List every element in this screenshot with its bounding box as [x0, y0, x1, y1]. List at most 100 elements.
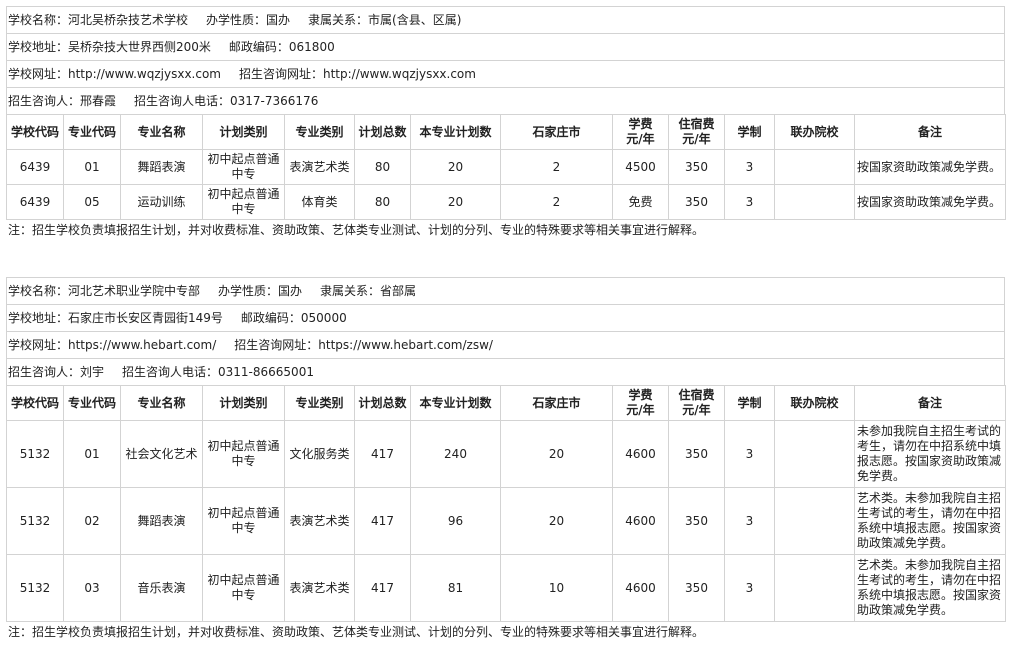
plan-total-cell: 417	[354, 554, 411, 622]
major-name-cell: 社会文化艺术	[120, 420, 203, 488]
school-name: 学校名称：河北艺术职业学院中专部	[8, 284, 201, 298]
header-lodging: 住宿费 元/年	[668, 385, 725, 421]
school-enroll-site: 招生咨询网址：http://www.wqzjysxx.com	[238, 67, 476, 81]
school-website-row: 学校网址：http://www.wqzjysxx.com 招生咨询网址：http:…	[6, 60, 1005, 87]
school-nature: 办学性质：国办	[218, 284, 303, 298]
major-plan-cell: 20	[410, 149, 501, 185]
header-major-name: 专业名称	[120, 385, 203, 421]
lodging-cell: 350	[668, 149, 725, 185]
major-name-cell: 音乐表演	[120, 554, 203, 622]
header-duration: 学制	[724, 385, 775, 421]
major-code-cell: 03	[63, 554, 121, 622]
header-note: 备注	[854, 114, 1006, 150]
shijiazhuang-cell: 2	[500, 149, 613, 185]
partner-cell	[774, 184, 855, 220]
school-postcode: 邮政编码：050000	[240, 311, 347, 325]
school-block-1: 学校名称：河北吴桥杂技艺术学校 办学性质：国办 隶属关系：市属(含县、区属) 学校地…	[6, 6, 1006, 240]
header-major-name: 专业名称	[120, 114, 203, 150]
duration-cell: 3	[724, 149, 775, 185]
school-phone: 招生咨询人电话：0311-86665001	[122, 365, 314, 379]
plan-type-cell: 初中起点普通中专	[202, 554, 285, 622]
header-major-plan: 本专业计划数	[410, 114, 501, 150]
duration-cell: 3	[724, 554, 775, 622]
duration-cell: 3	[724, 184, 775, 220]
major-category-cell: 表演艺术类	[284, 487, 355, 555]
duration-cell: 3	[724, 487, 775, 555]
plan-type-cell: 初中起点普通中专	[202, 149, 285, 185]
table-row: 6439 05 运动训练 初中起点普通中专 体育类 80 20 2 免费 350 3 按国家资助政策减…	[6, 184, 1006, 220]
school-address: 学校地址：石家庄市长安区青园街149号	[8, 311, 223, 325]
major-code-cell: 01	[63, 420, 121, 488]
school-contact-row: 招生咨询人：邢春霞 招生咨询人电话：0317-7366176	[6, 87, 1005, 114]
major-plan-cell: 240	[410, 420, 501, 488]
school-contact-row: 招生咨询人：刘宇 招生咨询人电话：0311-86665001	[6, 358, 1005, 385]
header-plan-total: 计划总数	[354, 114, 411, 150]
school-code-cell: 5132	[6, 554, 64, 622]
footnote: 注：招生学校负责填报招生计划，并对收费标准、资助政策、艺体类专业测试、计划的分列…	[8, 223, 705, 237]
plan-total-cell: 417	[354, 487, 411, 555]
plan-total-cell: 417	[354, 420, 411, 488]
major-category-cell: 表演艺术类	[284, 149, 355, 185]
header-tuition: 学费 元/年	[612, 385, 669, 421]
header-tuition: 学费 元/年	[612, 114, 669, 150]
note-cell: 艺术类。未参加我院自主招生考试的考生，请勿在中招系统中填报志愿。按国家资助政策减…	[854, 487, 1006, 555]
note-cell: 未参加我院自主招生考试的考生，请勿在中招系统中填报志愿。按国家资助政策减免学费。	[854, 420, 1006, 488]
school-code-cell: 5132	[6, 420, 64, 488]
major-code-cell: 05	[63, 184, 121, 220]
tuition-cell: 4600	[612, 554, 669, 622]
plan-table: 学校代码 专业代码 专业名称 计划类别 专业类别 计划总数 本专业计划数 石家庄市 学费 元/年…	[6, 385, 1006, 622]
school-nature: 办学性质：国办	[206, 13, 291, 27]
footnote: 注：招生学校负责填报招生计划，并对收费标准、资助政策、艺体类专业测试、计划的分列…	[8, 625, 705, 639]
school-address: 学校地址：吴桥杂技大世界西侧200米	[8, 40, 211, 54]
school-code-cell: 6439	[6, 149, 64, 185]
school-name-row: 学校名称：河北吴桥杂技艺术学校 办学性质：国办 隶属关系：市属(含县、区属)	[6, 6, 1005, 33]
header-partner: 联办院校	[774, 385, 855, 421]
header-plan-type: 计划类别	[202, 114, 285, 150]
header-shijiazhuang: 石家庄市	[500, 385, 613, 421]
school-block-2: 学校名称：河北艺术职业学院中专部 办学性质：国办 隶属关系：省部属 学校地址：石家庄…	[6, 277, 1006, 642]
school-address-row: 学校地址：石家庄市长安区青园街149号 邮政编码：050000	[6, 304, 1005, 331]
note-cell: 按国家资助政策减免学费。	[854, 149, 1006, 185]
tuition-cell: 4600	[612, 487, 669, 555]
plan-total-cell: 80	[354, 149, 411, 185]
major-code-cell: 02	[63, 487, 121, 555]
header-lodging: 住宿费 元/年	[668, 114, 725, 150]
table-header-row: 学校代码 专业代码 专业名称 计划类别 专业类别 计划总数 本专业计划数 石家庄市 学费 元/年…	[6, 114, 1006, 150]
shijiazhuang-cell: 20	[500, 420, 613, 488]
table-header-row: 学校代码 专业代码 专业名称 计划类别 专业类别 计划总数 本专业计划数 石家庄市 学费 元/年…	[6, 385, 1006, 421]
plan-table: 学校代码 专业代码 专业名称 计划类别 专业类别 计划总数 本专业计划数 石家庄市 学费 元/年…	[6, 114, 1006, 220]
school-phone: 招生咨询人电话：0317-7366176	[134, 94, 319, 108]
school-address-row: 学校地址：吴桥杂技大世界西侧200米 邮政编码：061800	[6, 33, 1005, 60]
plan-type-cell: 初中起点普通中专	[202, 420, 285, 488]
school-contact: 招生咨询人：刘宇	[8, 365, 105, 379]
lodging-cell: 350	[668, 184, 725, 220]
partner-cell	[774, 487, 855, 555]
shijiazhuang-cell: 20	[500, 487, 613, 555]
header-school-code: 学校代码	[6, 385, 64, 421]
table-row: 5132 03 音乐表演 初中起点普通中专 表演艺术类 417 81 10 4600 350 3 艺术…	[6, 554, 1006, 622]
partner-cell	[774, 554, 855, 622]
header-duration: 学制	[724, 114, 775, 150]
school-code-cell: 5132	[6, 487, 64, 555]
plan-type-cell: 初中起点普通中专	[202, 184, 285, 220]
tuition-cell: 4500	[612, 149, 669, 185]
school-name: 学校名称：河北吴桥杂技艺术学校	[8, 13, 189, 27]
table-row: 6439 01 舞蹈表演 初中起点普通中专 表演艺术类 80 20 2 4500 350 3 按国家资…	[6, 149, 1006, 185]
header-shijiazhuang: 石家庄市	[500, 114, 613, 150]
school-contact: 招生咨询人：邢春霞	[8, 94, 117, 108]
header-plan-total: 计划总数	[354, 385, 411, 421]
header-plan-type: 计划类别	[202, 385, 285, 421]
header-school-code: 学校代码	[6, 114, 64, 150]
major-plan-cell: 20	[410, 184, 501, 220]
plan-total-cell: 80	[354, 184, 411, 220]
table-row: 5132 01 社会文化艺术 初中起点普通中专 文化服务类 417 240 20 4600 350…	[6, 420, 1006, 488]
school-website: 学校网址：https://www.hebart.com/	[8, 338, 217, 352]
header-note: 备注	[854, 385, 1006, 421]
shijiazhuang-cell: 2	[500, 184, 613, 220]
school-postcode: 邮政编码：061800	[228, 40, 335, 54]
school-name-row: 学校名称：河北艺术职业学院中专部 办学性质：国办 隶属关系：省部属	[6, 277, 1005, 304]
lodging-cell: 350	[668, 420, 725, 488]
shijiazhuang-cell: 10	[500, 554, 613, 622]
major-code-cell: 01	[63, 149, 121, 185]
table-row: 5132 02 舞蹈表演 初中起点普通中专 表演艺术类 417 96 20 4600 350 3 艺术…	[6, 487, 1006, 555]
